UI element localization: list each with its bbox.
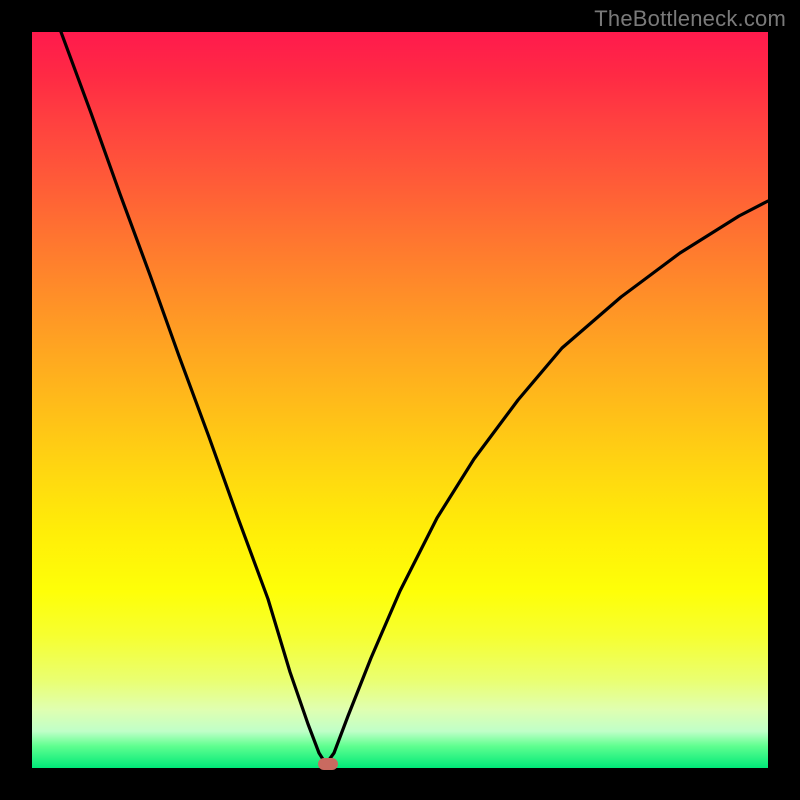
plot-background-gradient [32, 32, 768, 768]
watermark-text: TheBottleneck.com [594, 6, 786, 32]
minimum-marker [318, 758, 338, 770]
chart-frame: TheBottleneck.com [0, 0, 800, 800]
